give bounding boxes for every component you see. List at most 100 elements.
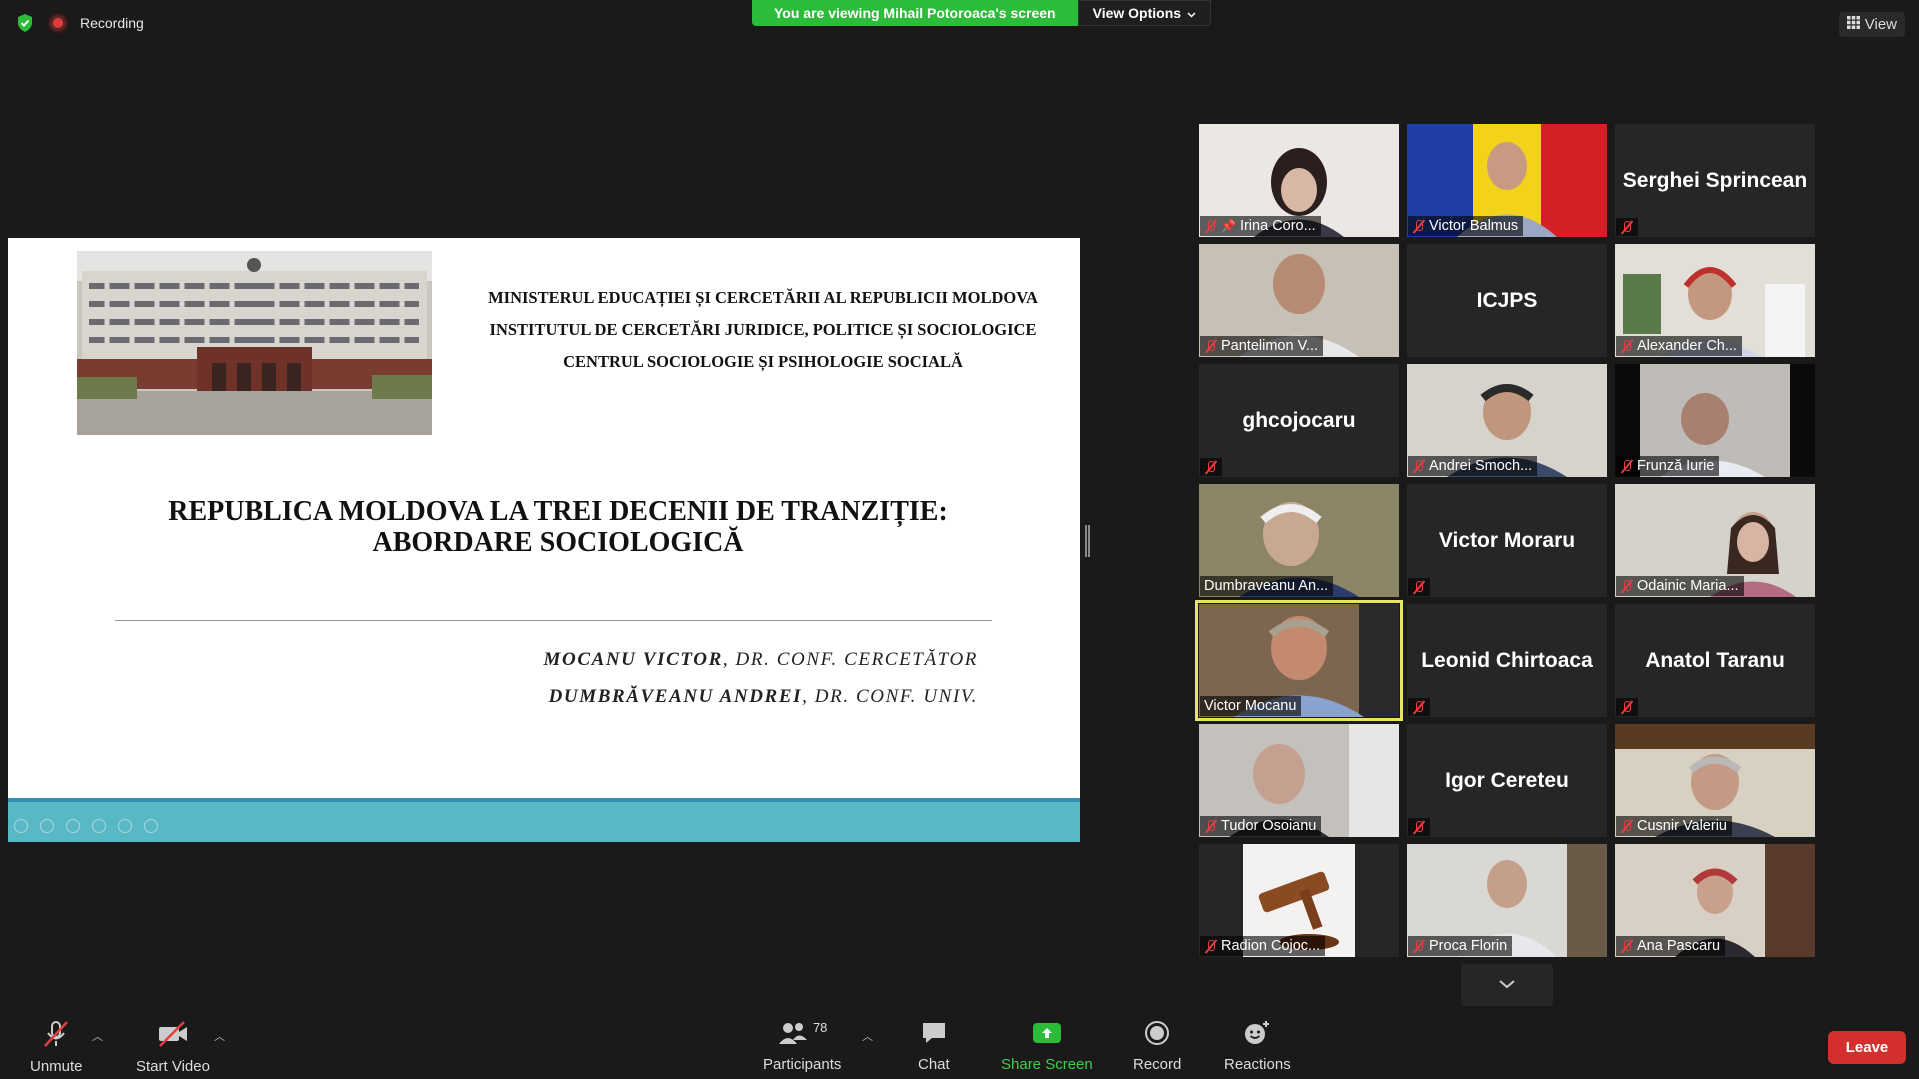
author-1-name: MOCANU VICTOR	[543, 649, 723, 670]
participant-tile[interactable]: Igor Cereteu	[1407, 724, 1607, 837]
slide-title-line-2: ABORDARE SOCIOLOGICĂ	[372, 527, 744, 558]
participant-nameplate	[1200, 458, 1222, 476]
gallery-scroll-down-button[interactable]	[1461, 964, 1553, 1006]
view-label: View	[1864, 16, 1897, 33]
participant-nameplate: Victor Mocanu	[1200, 696, 1302, 716]
participant-tile[interactable]: Cusnir Valeriu	[1615, 724, 1815, 837]
video-options-caret[interactable]: ︿	[214, 1028, 225, 1044]
participants-count: 78	[812, 1020, 828, 1035]
participant-tile[interactable]: Tudor Osoianu	[1199, 724, 1399, 837]
participant-tile[interactable]: Alexander Ch...	[1615, 244, 1815, 357]
shared-screen-slide[interactable]: MINISTERUL EDUCAȚIEI ȘI CERCETĂRII AL RE…	[8, 238, 1080, 842]
participant-nameplate: Ana Pascaru	[1616, 936, 1726, 956]
mic-muted-icon	[1412, 459, 1425, 473]
view-button[interactable]: View	[1838, 12, 1905, 37]
participant-tile[interactable]: ICJPS	[1407, 244, 1607, 357]
institution-line-3: CENTRUL SOCIOLOGIE ȘI PSIHOLOGIE SOCIALĂ	[563, 352, 963, 371]
start-video-button[interactable]: Start Video	[136, 1020, 210, 1075]
share-screen-button[interactable]: Share Screen	[1001, 1020, 1093, 1073]
share-screen-label: Share Screen	[1001, 1056, 1093, 1073]
participant-nameplate: Tudor Osoianu	[1200, 816, 1322, 836]
leave-button[interactable]: Leave	[1828, 1031, 1906, 1064]
participant-name: Leonid Chirtoaca	[1421, 648, 1593, 672]
participant-tile[interactable]: Serghei Sprincean	[1615, 124, 1815, 237]
more-icon[interactable]	[144, 819, 158, 833]
participant-nameplate: Victor Balmus	[1408, 216, 1524, 236]
record-circle-icon	[1143, 1020, 1171, 1050]
view-options-label: View Options	[1092, 5, 1182, 21]
next-slide-icon[interactable]	[40, 819, 54, 833]
participant-tile[interactable]: Leonid Chirtoaca	[1407, 604, 1607, 717]
mic-muted-icon	[1412, 700, 1425, 714]
screen-share-banner: You are viewing Mihail Potoroaca's scree…	[752, 0, 1212, 26]
video-off-icon	[156, 1020, 190, 1052]
participant-name: Victor Moraru	[1438, 528, 1576, 552]
participant-name: Serghei Sprincean	[1622, 168, 1808, 192]
mic-muted-icon	[1204, 939, 1217, 953]
participant-name: ghcojocaru	[1242, 408, 1356, 432]
record-dot-icon[interactable]	[50, 15, 66, 31]
participants-icon-group: 78	[777, 1020, 827, 1050]
shield-check-icon[interactable]	[14, 12, 36, 34]
participant-name: Igor Cereteu	[1445, 768, 1569, 792]
mic-muted-icon	[1620, 339, 1633, 353]
people-icon	[777, 1020, 809, 1050]
chat-label: Chat	[918, 1056, 950, 1073]
grid-icon	[1846, 16, 1860, 33]
slides-grid-icon[interactable]	[92, 819, 106, 833]
participant-tile[interactable]: Frunză Iurie	[1615, 364, 1815, 477]
participant-tile-active-speaker[interactable]: Victor Mocanu	[1195, 600, 1403, 721]
participants-button[interactable]: 78 Participants	[763, 1020, 841, 1073]
mic-muted-icon	[1620, 579, 1633, 593]
participant-tile[interactable]: ghcojocaru	[1199, 364, 1399, 477]
participant-tile[interactable]: Proca Florin	[1407, 844, 1607, 957]
participant-tile[interactable]: Victor Balmus	[1407, 124, 1607, 237]
participant-tile[interactable]: Radion Cojoc...	[1199, 844, 1399, 957]
participant-nameplate	[1408, 818, 1430, 836]
viewing-screen-text: You are viewing Mihail Potoroaca's scree…	[752, 0, 1078, 26]
chat-button[interactable]: Chat	[918, 1020, 950, 1073]
participant-tile[interactable]: Andrei Smoch...	[1407, 364, 1607, 477]
mic-muted-icon	[1204, 460, 1217, 474]
reactions-button[interactable]: Reactions	[1224, 1020, 1291, 1073]
splitter-handle[interactable]	[1085, 525, 1090, 557]
participant-tile[interactable]: Anatol Taranu	[1615, 604, 1815, 717]
participant-tile[interactable]: 📌 Irina Coro...	[1199, 124, 1399, 237]
participant-tile[interactable]: Victor Moraru	[1407, 484, 1607, 597]
unmute-button[interactable]: Unmute	[30, 1020, 83, 1075]
author-1-role: , DR. CONF. CERCETĂTOR	[722, 649, 978, 670]
slide-control-bar	[8, 798, 1080, 842]
participants-options-caret[interactable]: ︿	[862, 1028, 873, 1044]
chat-bubble-icon	[920, 1020, 948, 1050]
unmute-label: Unmute	[30, 1058, 83, 1075]
participant-tile[interactable]: Pantelimon V...	[1199, 244, 1399, 357]
zoom-icon[interactable]	[118, 819, 132, 833]
mic-muted-icon	[1204, 819, 1217, 833]
audio-options-caret[interactable]: ︿	[92, 1028, 103, 1044]
record-label: Record	[1133, 1056, 1182, 1073]
reactions-label: Reactions	[1224, 1056, 1291, 1073]
prev-slide-icon[interactable]	[14, 819, 28, 833]
participant-tile[interactable]: Dumbraveanu An...	[1199, 484, 1399, 597]
pen-icon[interactable]	[66, 819, 80, 833]
slide-title: REPUBLICA MOLDOVA LA TREI DECENII DE TRA…	[88, 496, 1028, 558]
participant-nameplate: Alexander Ch...	[1616, 336, 1742, 356]
mic-muted-icon	[1204, 339, 1217, 353]
participant-nameplate: Pantelimon V...	[1200, 336, 1323, 356]
divider	[115, 620, 992, 621]
participant-nameplate: Dumbraveanu An...	[1200, 576, 1334, 596]
participant-gallery: 📌 Irina Coro... Victor Balmus Serghei Spr…	[1195, 124, 1815, 957]
record-button[interactable]: Record	[1133, 1020, 1181, 1073]
participant-tile[interactable]: Ana Pascaru	[1615, 844, 1815, 957]
building-photo	[77, 251, 432, 435]
institution-line-2: INSTITUTUL DE CERCETĂRI JURIDICE, POLITI…	[489, 320, 1037, 339]
participant-name: Anatol Taranu	[1645, 648, 1785, 672]
mic-muted-icon	[1204, 219, 1217, 233]
pin-icon: 📌	[1221, 219, 1236, 233]
author-2: DUMBRĂVEANU ANDREI, DR. CONF. UNIV.	[428, 686, 978, 708]
participant-nameplate: Radion Cojoc...	[1200, 936, 1326, 956]
view-options-button[interactable]: View Options	[1077, 0, 1212, 26]
participant-nameplate: 📌 Irina Coro...	[1200, 216, 1321, 236]
participant-tile[interactable]: Odainic Maria...	[1615, 484, 1815, 597]
mic-muted-icon	[1620, 459, 1633, 473]
